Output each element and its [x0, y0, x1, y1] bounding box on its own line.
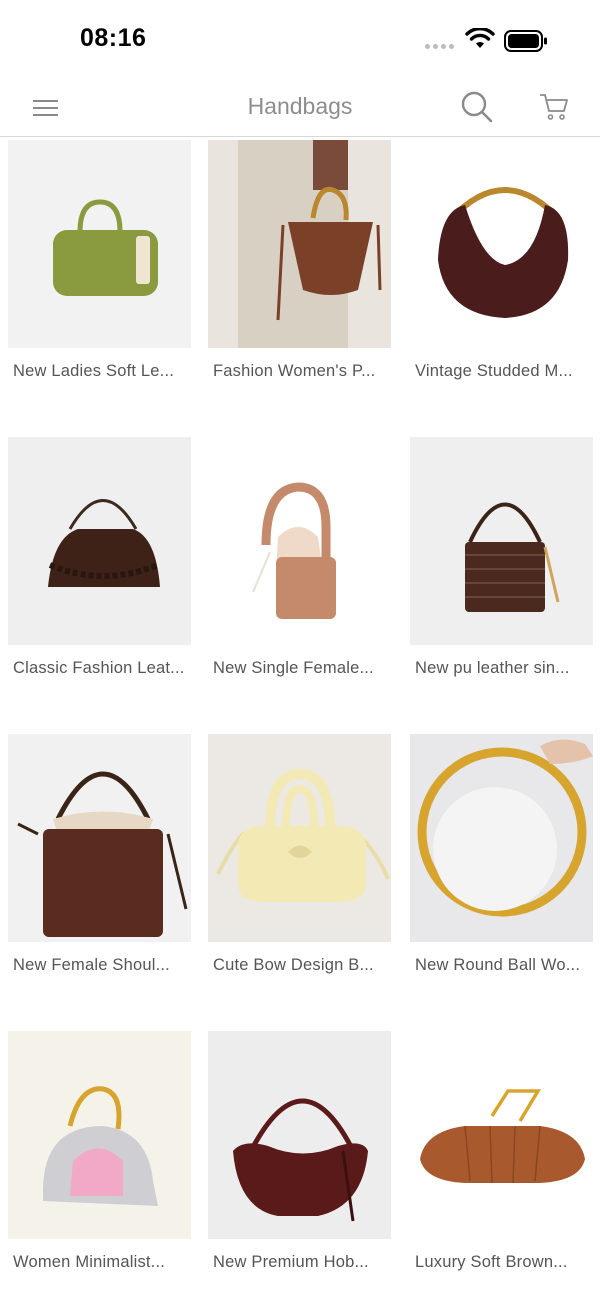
handbag-image: [43, 1086, 158, 1206]
product-image[interactable]: [208, 437, 391, 645]
product-card[interactable]: Fashion Women's P...: [208, 140, 391, 420]
page-title: Handbags: [247, 93, 353, 119]
product-image[interactable]: [208, 734, 391, 942]
handbag-image: [216, 768, 390, 902]
handbag-image: [417, 739, 593, 917]
handbag-image: [53, 199, 158, 296]
product-image[interactable]: [8, 140, 191, 348]
handbag-image: [233, 1098, 368, 1222]
product-title[interactable]: New pu leather sin...: [415, 659, 593, 678]
product-title[interactable]: New Premium Hob...: [213, 1253, 391, 1272]
product-image[interactable]: [410, 734, 593, 942]
cellular-signal-icon: [425, 44, 454, 49]
product-card[interactable]: Vintage Studded M...: [410, 140, 593, 420]
product-card[interactable]: New Female Shoul...: [8, 734, 191, 1014]
handbag-image: [438, 187, 569, 318]
product-title[interactable]: New Single Female...: [213, 659, 391, 678]
search-icon: [461, 91, 493, 123]
product-title[interactable]: New Female Shoul...: [13, 956, 191, 975]
product-card[interactable]: New Single Female...: [208, 437, 391, 717]
handbag-image: [420, 1089, 585, 1184]
product-title[interactable]: Classic Fashion Leat...: [13, 659, 191, 678]
product-image[interactable]: [208, 1031, 391, 1239]
status-time: 08:16: [80, 24, 147, 52]
product-title[interactable]: Cute Bow Design B...: [213, 956, 391, 975]
cart-button[interactable]: [538, 92, 570, 122]
product-card[interactable]: Classic Fashion Leat...: [8, 437, 191, 717]
handbag-image: [48, 499, 160, 587]
status-bar: 08:16: [0, 0, 600, 80]
wifi-icon: [465, 28, 495, 48]
product-title[interactable]: New Ladies Soft Le...: [13, 362, 191, 381]
handbag-image: [238, 140, 382, 348]
product-title[interactable]: Women Minimalist...: [13, 1253, 191, 1272]
product-card[interactable]: New Ladies Soft Le...: [8, 140, 191, 420]
product-title[interactable]: Vintage Studded M...: [415, 362, 593, 381]
product-image[interactable]: [410, 437, 593, 645]
search-button[interactable]: [460, 90, 494, 124]
product-title[interactable]: Fashion Women's P...: [213, 362, 391, 381]
handbag-image: [17, 771, 188, 937]
product-card[interactable]: New pu leather sin...: [410, 437, 593, 717]
product-image[interactable]: [208, 140, 391, 348]
product-image[interactable]: [410, 1031, 593, 1239]
product-card[interactable]: New Round Ball Wo...: [410, 734, 593, 1014]
product-card[interactable]: Luxury Soft Brown...: [410, 1031, 593, 1300]
handbag-image: [252, 482, 336, 619]
product-title[interactable]: Luxury Soft Brown...: [415, 1253, 593, 1272]
product-image[interactable]: [8, 734, 191, 942]
battery-icon: [504, 30, 547, 52]
product-card[interactable]: Women Minimalist...: [8, 1031, 191, 1300]
product-card[interactable]: Cute Bow Design B...: [208, 734, 391, 1014]
product-title[interactable]: New Round Ball Wo...: [415, 956, 593, 975]
handbag-image: [465, 502, 560, 612]
product-card[interactable]: New Premium Hob...: [208, 1031, 391, 1300]
cart-icon: [540, 94, 568, 120]
product-image[interactable]: [8, 437, 191, 645]
nav-bar: Handbags: [0, 80, 600, 137]
product-image[interactable]: [410, 140, 593, 348]
product-image[interactable]: [8, 1031, 191, 1239]
